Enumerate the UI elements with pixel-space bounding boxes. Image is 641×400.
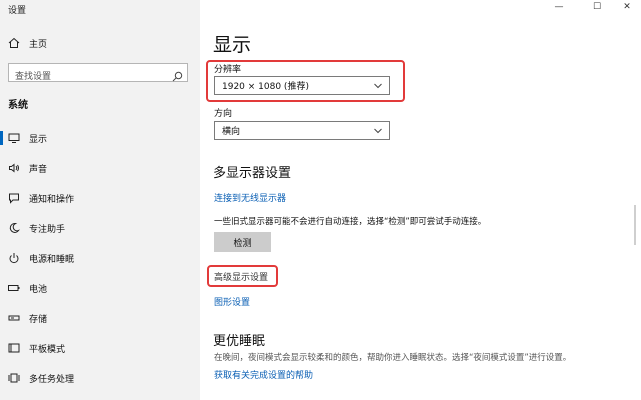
sidebar-item-notifications[interactable]: 通知和操作 [0,186,200,210]
sidebar-item-label: 通知和操作 [29,194,75,205]
resolution-dropdown[interactable]: 1920 × 1080 (推荐) [214,76,390,95]
sidebar-item-sound[interactable]: 声音 [0,156,200,180]
power-icon [8,252,20,264]
sidebar-item-power-sleep[interactable]: 电源和睡眠 [0,246,200,270]
orientation-value: 横向 [222,127,241,137]
connect-wireless-display-link[interactable]: 连接到无线显示器 [214,191,286,204]
search-field[interactable] [8,63,188,86]
tablet-icon [8,342,20,354]
detect-button[interactable]: 检测 [214,232,271,252]
sleep-heading: 更优睡眠 [213,334,266,349]
resolution-label: 分辨率 [214,65,242,75]
sidebar-item-tablet-mode[interactable]: 平板模式 [0,336,200,360]
sidebar-item-label: 声音 [29,164,48,175]
graphics-settings-link[interactable]: 图形设置 [214,295,250,308]
sidebar-item-storage[interactable]: 存储 [0,306,200,330]
advanced-display-settings-link[interactable]: 高级显示设置 [214,270,268,283]
multitask-icon [8,372,20,384]
search-icon[interactable] [172,67,183,82]
minimize-button[interactable]: — [544,0,574,14]
sidebar-item-label: 电池 [29,284,48,295]
multi-display-heading: 多显示器设置 [213,166,292,181]
sidebar-item-display[interactable]: 显示 [0,126,200,150]
close-button[interactable]: ✕ [612,0,641,14]
orientation-label: 方向 [214,109,233,119]
sidebar-item-label: 专注助手 [29,224,66,235]
notification-icon [8,192,20,204]
sleep-help-link[interactable]: 获取有关完成设置的帮助 [214,368,313,381]
sidebar-item-multitasking[interactable]: 多任务处理 [0,366,200,390]
orientation-dropdown[interactable]: 横向 [214,121,390,140]
sidebar-item-home[interactable]: 主页 [0,31,200,55]
chevron-down-icon [373,81,383,90]
chevron-down-icon [373,126,383,135]
close-icon: ✕ [623,2,631,12]
sleep-description: 在晚间，夜间模式会显示较柔和的颜色，帮助你进入睡眠状态。选择“夜间模式设置”进行… [214,353,572,363]
sidebar-item-label: 多任务处理 [29,374,75,385]
search-input[interactable] [9,68,165,86]
minimize-icon: — [554,2,564,12]
sidebar-item-label: 平板模式 [29,344,66,355]
app-title: 设置 [8,6,27,16]
sidebar-item-label: 显示 [29,134,48,145]
multi-display-description: 一些旧式显示器可能不会进行自动连接，选择“检测”即可尝试手动连接。 [214,217,487,227]
moon-icon [8,222,20,234]
maximize-button[interactable]: ☐ [582,0,612,14]
storage-icon [8,312,20,324]
sidebar-item-label: 存储 [29,314,48,325]
speaker-icon [8,162,20,174]
home-icon [8,37,20,49]
sidebar-item-focus-assist[interactable]: 专注助手 [0,216,200,240]
scrollbar-thumb[interactable] [634,205,636,245]
resolution-value: 1920 × 1080 (推荐) [222,82,309,92]
battery-icon [8,282,20,294]
page-title: 显示 [213,34,252,56]
maximize-icon: ☐ [592,2,602,12]
sidebar-item-label: 主页 [29,39,48,50]
monitor-icon [8,132,20,144]
section-label: 系统 [8,100,28,111]
sidebar-item-battery[interactable]: 电池 [0,276,200,300]
sidebar-item-label: 电源和睡眠 [29,254,75,265]
